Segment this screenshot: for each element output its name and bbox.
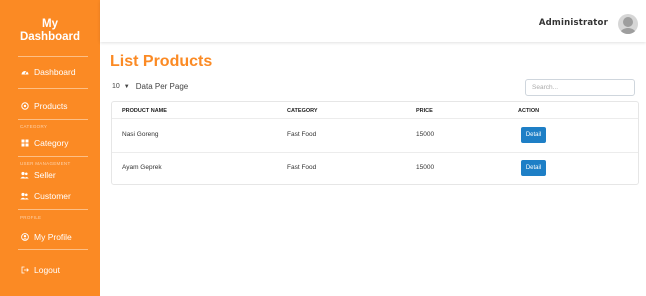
sidebar-item-seller[interactable]: Seller [20, 170, 56, 180]
user-circle-icon [20, 233, 29, 242]
sidebar-divider [18, 156, 88, 157]
column-header-action: ACTION [518, 108, 540, 114]
sidebar-item-my-profile[interactable]: My Profile [20, 232, 72, 242]
sidebar-divider [18, 88, 88, 89]
cell-category: Fast Food [287, 131, 317, 138]
sidebar-divider [18, 249, 88, 250]
detail-button[interactable]: Detail [521, 127, 546, 143]
cell-product-name: Ayam Geprek [122, 164, 162, 171]
row-separator [112, 152, 638, 153]
sidebar-item-label: Products [34, 101, 68, 111]
per-page-value: 10 [112, 83, 120, 90]
avatar[interactable] [618, 14, 638, 34]
users-icon [20, 171, 29, 180]
section-label-user-management: USER MANAGEMENT [20, 161, 71, 166]
search-input[interactable] [525, 79, 635, 96]
sidebar-divider [18, 56, 88, 57]
page-title: List Products [110, 53, 213, 70]
per-page-label: Data Per Page [135, 82, 189, 91]
header-separator [112, 118, 638, 119]
products-table: PRODUCT NAME CATEGORY PRICE ACTION Nasi … [111, 101, 639, 185]
cell-product-name: Nasi Goreng [122, 131, 159, 138]
sidebar-item-label: Dashboard [34, 67, 76, 77]
detail-button[interactable]: Detail [521, 160, 546, 176]
dashboard-icon [20, 68, 29, 77]
sidebar-item-label: Seller [34, 170, 56, 180]
sidebar-item-category[interactable]: Category [20, 138, 69, 148]
sidebar-divider [18, 119, 88, 120]
brand[interactable]: My Dashboard [0, 18, 100, 44]
sidebar-item-logout[interactable]: Logout [20, 265, 60, 275]
avatar-body [620, 28, 636, 34]
column-header-category: CATEGORY [287, 108, 318, 114]
section-label-category: CATEGORY [20, 124, 48, 129]
logout-icon [20, 266, 29, 275]
column-header-price: PRICE [416, 108, 433, 114]
brand-line-1: My [42, 18, 58, 30]
sidebar-item-dashboard[interactable]: Dashboard [20, 67, 76, 77]
cell-price: 15000 [416, 164, 435, 171]
per-page-control: 10 ▼ Data Per Page [112, 82, 188, 91]
sidebar-item-label: Category [34, 138, 69, 148]
sidebar-item-label: My Profile [34, 232, 72, 242]
products-icon [20, 102, 29, 111]
per-page-select[interactable]: 10 ▼ [112, 83, 130, 90]
grid-icon [20, 139, 29, 148]
section-label-profile: PROFILE [20, 215, 42, 220]
sidebar-divider [18, 209, 88, 210]
sidebar-item-products[interactable]: Products [20, 101, 68, 111]
users-icon [20, 192, 29, 201]
avatar-head [623, 17, 633, 27]
sidebar-item-customer[interactable]: Customer [20, 191, 71, 201]
cell-category: Fast Food [287, 164, 317, 171]
cell-price: 15000 [416, 131, 435, 138]
column-header-product-name: PRODUCT NAME [122, 108, 167, 114]
chevron-down-icon: ▼ [123, 83, 130, 90]
sidebar-item-label: Customer [34, 191, 71, 201]
brand-line-2: Dashboard [19, 31, 81, 43]
user-name[interactable]: Administrator [539, 18, 608, 28]
sidebar-item-label: Logout [34, 265, 60, 275]
sidebar: My Dashboard Dashboard Products CATEGORY… [0, 0, 100, 296]
topbar: Administrator [100, 0, 646, 42]
